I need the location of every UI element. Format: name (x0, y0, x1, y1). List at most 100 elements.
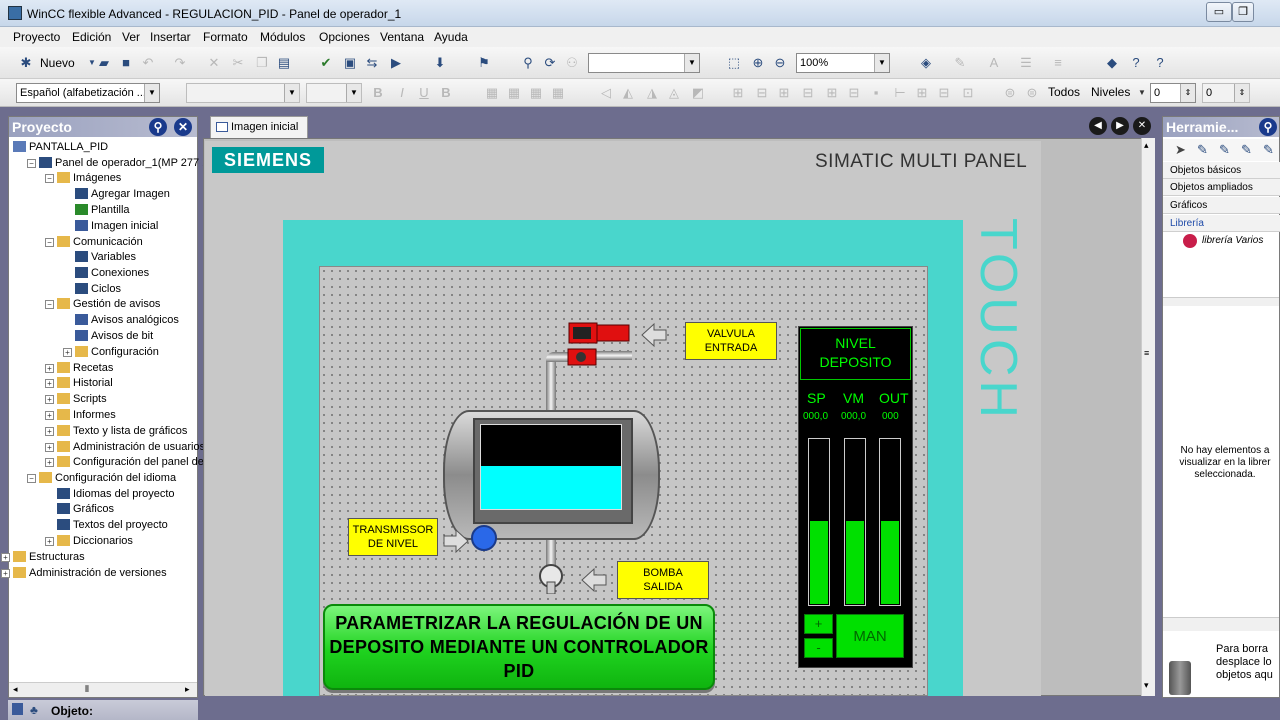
tree-item[interactable]: Gestión de avisos (57, 297, 160, 311)
object-combo[interactable]: ▼ (588, 53, 700, 73)
flip3-icon[interactable]: ◬ (666, 85, 682, 101)
flip4-icon[interactable]: ◩ (690, 85, 706, 101)
tab-imagen-inicial[interactable]: Imagen inicial (210, 116, 308, 138)
project-horizontal-scrollbar[interactable]: ◂ ⦀ ▸ (9, 682, 197, 697)
distribute4-icon[interactable]: ⊟ (800, 85, 816, 101)
tree-item[interactable]: Informes (57, 408, 116, 422)
editor-close-icon[interactable]: ✕ (1133, 117, 1151, 135)
distribute6-icon[interactable]: ⊟ (846, 85, 862, 101)
manual-mode-button[interactable]: MAN (836, 614, 904, 658)
tool4-icon[interactable]: ✎ (1241, 142, 1252, 158)
compile-icon[interactable]: ▣ (342, 55, 358, 71)
library-icon[interactable]: ◆ (1104, 55, 1120, 71)
tree-item[interactable]: Configuración del panel de o (57, 455, 213, 469)
language-combo[interactable]: Español (alfabetización ... ▼ (16, 83, 160, 103)
font-color-icon[interactable]: A (986, 55, 1002, 71)
level-spinner-2[interactable]: 0 ⇕ (1202, 83, 1250, 103)
menu-modulos[interactable]: Módulos (260, 30, 305, 44)
rotate-icon[interactable]: ◁ (598, 85, 614, 101)
menu-insertar[interactable]: Insertar (150, 30, 191, 44)
paste-icon[interactable]: ▤ (276, 55, 292, 71)
distribute2-icon[interactable]: ⊟ (754, 85, 770, 101)
category-objetos-basicos[interactable]: Objetos básicos (1163, 162, 1280, 179)
menu-formato[interactable]: Formato (203, 30, 248, 44)
pin-icon[interactable]: ⚲ (149, 118, 167, 136)
redo-icon[interactable]: ↷ (172, 55, 188, 71)
zoom-area-icon[interactable]: ⬚ (726, 55, 742, 71)
tree-expander[interactable]: + (45, 443, 54, 452)
download-icon[interactable]: ⬇ (432, 55, 448, 71)
delete-icon[interactable]: ✕ (206, 55, 222, 71)
tree-item[interactable]: Configuración (75, 345, 159, 359)
align3-icon[interactable]: ▦ (528, 85, 544, 101)
tool5-icon[interactable]: ✎ (1263, 142, 1274, 158)
line-style-icon[interactable]: ☰ (1018, 55, 1034, 71)
scroll-thumb[interactable]: ⦀ (85, 684, 89, 695)
close-icon[interactable]: ✕ (174, 118, 192, 136)
distribute3-icon[interactable]: ⊞ (776, 85, 792, 101)
tree-item[interactable]: Configuración del idioma (39, 471, 176, 485)
distribute11-icon[interactable]: ⊡ (960, 85, 976, 101)
sp-value[interactable]: 000,0 (803, 411, 828, 422)
tree-expander[interactable]: + (45, 379, 54, 388)
tools-splitter-2[interactable] (1163, 617, 1279, 631)
font-size-combo[interactable]: ▼ (306, 83, 362, 103)
flip2-icon[interactable]: ◮ (644, 85, 660, 101)
italic-icon[interactable]: I (394, 85, 410, 101)
scroll-right-icon[interactable]: ▸ (185, 684, 190, 695)
reference-icon[interactable]: ⚑ (476, 55, 492, 71)
tree-item[interactable]: PANTALLA_PID (13, 140, 108, 154)
tree-item[interactable]: Avisos de bit (75, 329, 153, 343)
tree-expander[interactable]: + (45, 458, 54, 467)
trash-icon[interactable] (1169, 661, 1191, 695)
line-color-icon[interactable]: ✎ (952, 55, 968, 71)
menu-ayuda[interactable]: Ayuda (434, 30, 468, 44)
tree-item[interactable]: Idiomas del proyecto (57, 487, 175, 501)
tree-expander[interactable]: + (45, 427, 54, 436)
restore-button[interactable]: ❐ (1232, 2, 1254, 22)
tab-prev-icon[interactable]: ◀ (1089, 117, 1107, 135)
tree-item[interactable]: Estructuras (13, 550, 85, 564)
level-spinner[interactable]: 0 ⇕ (1150, 83, 1196, 103)
strike-icon[interactable]: B (438, 85, 454, 101)
minimize-button[interactable]: ▭ (1206, 2, 1232, 22)
refresh-icon[interactable]: ⟳ (542, 55, 558, 71)
todos-label[interactable]: Todos (1048, 85, 1080, 99)
category-objetos-ampliados[interactable]: Objetos ampliados (1163, 179, 1280, 196)
pointer-icon[interactable]: ➤ (1175, 142, 1186, 158)
tree-expander[interactable]: − (27, 474, 36, 483)
outlet-pump[interactable] (538, 564, 564, 595)
context-help-icon[interactable]: ? (1152, 55, 1168, 71)
tree-expander[interactable]: + (45, 395, 54, 404)
align4-icon[interactable]: ▦ (550, 85, 566, 101)
zoom-out-icon[interactable]: ⊖ (772, 55, 788, 71)
tree-item[interactable]: Variables (75, 250, 136, 264)
increase-button[interactable]: + (804, 614, 833, 634)
tree-item[interactable]: Scripts (57, 392, 107, 406)
save-icon[interactable]: ■ (118, 55, 134, 71)
tool3-icon[interactable]: ✎ (1219, 142, 1230, 158)
category-libreria[interactable]: Librería (1163, 215, 1280, 232)
open-icon[interactable]: ▰ (96, 55, 112, 71)
zoom-in-icon[interactable]: ⊕ (750, 55, 766, 71)
tree-expander[interactable]: + (1, 569, 10, 578)
niveles-dropdown-icon[interactable]: ▼ (1134, 85, 1150, 101)
fill-color-icon[interactable]: ◈ (918, 55, 934, 71)
tree-item[interactable]: Comunicación (57, 235, 143, 249)
zoom-combo[interactable]: 100% ▼ (796, 53, 890, 73)
category-graficos[interactable]: Gráficos (1163, 197, 1280, 214)
tree-item[interactable]: Diccionarios (57, 534, 133, 548)
tree-item[interactable]: Agregar Imagen (75, 187, 170, 201)
tree-expander[interactable]: − (45, 300, 54, 309)
tree-expander[interactable]: + (1, 553, 10, 562)
menu-ventana[interactable]: Ventana (380, 30, 424, 44)
tree-expander[interactable]: + (45, 537, 54, 546)
tree-item[interactable]: Avisos analógicos (75, 313, 179, 327)
tool2-icon[interactable]: ✎ (1197, 142, 1208, 158)
line-weight-icon[interactable]: ≡ (1050, 55, 1066, 71)
editor-vertical-scrollbar[interactable]: ▴ ≡ ▾ (1141, 138, 1155, 696)
menu-ver[interactable]: Ver (122, 30, 140, 44)
font-combo[interactable]: ▼ (186, 83, 300, 103)
tools-pin-icon[interactable]: ⚲ (1259, 118, 1277, 136)
distribute5-icon[interactable]: ⊞ (824, 85, 840, 101)
